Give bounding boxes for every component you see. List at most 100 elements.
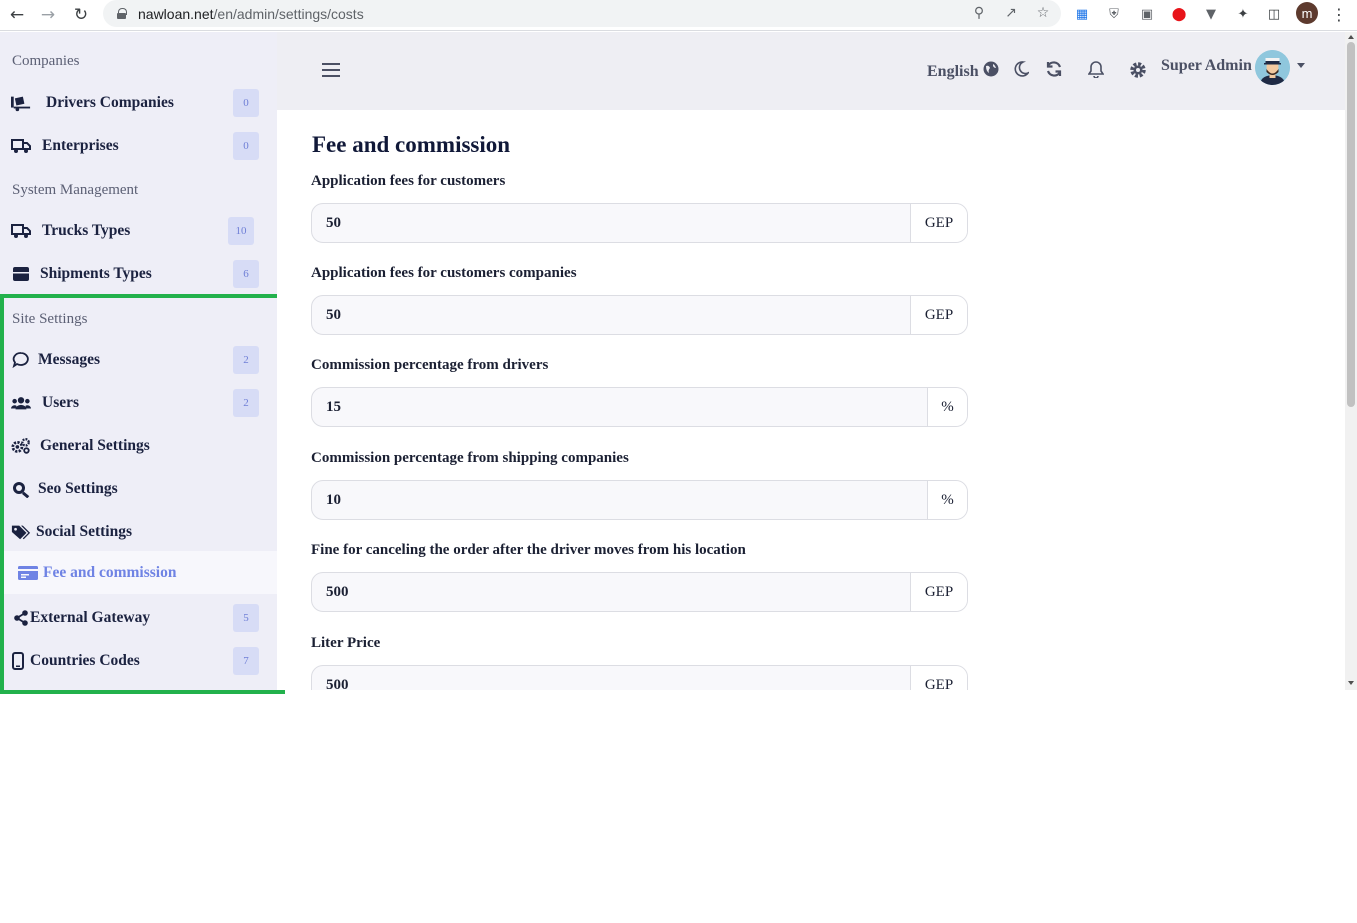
hamburger-menu-icon[interactable]	[322, 63, 340, 77]
unit-addon: GEP	[910, 296, 967, 334]
scroll-up-arrow-icon[interactable]	[1348, 35, 1354, 39]
count-badge: 6	[233, 259, 259, 288]
sidebar-item-seo-settings[interactable]: Seo Settings	[0, 467, 277, 510]
unit-addon: GEP	[910, 204, 967, 242]
opera-extension-icon[interactable]: ⬤	[1169, 4, 1189, 24]
users-icon	[11, 393, 31, 413]
shield-extension-icon[interactable]: ⛨	[1104, 4, 1124, 24]
field-label: Application fees for customers	[311, 173, 506, 189]
page-title: Fee and commission	[312, 132, 511, 157]
count-badge: 7	[233, 646, 259, 675]
sidebar-item-label: General Settings	[40, 436, 150, 454]
address-bar[interactable]: nawloan.net/en/admin/settings/costs	[103, 0, 1061, 27]
profile-avatar[interactable]: m	[1296, 2, 1318, 24]
browser-menu-icon[interactable]: ⋮	[1329, 4, 1349, 24]
commission-drivers-input[interactable]: 15	[312, 388, 927, 426]
back-arrow-icon[interactable]: ←	[4, 3, 30, 27]
sidebar-item-shipments-types[interactable]: Shipments Types 6	[0, 252, 277, 295]
count-badge: 5	[233, 603, 259, 632]
scroll-down-arrow-icon[interactable]	[1348, 681, 1354, 685]
application-fees-companies-input-group: 50 GEP	[311, 295, 968, 335]
translate-extension-icon[interactable]: ▦	[1072, 4, 1092, 24]
bookmark-star-icon[interactable]: ☆	[1033, 3, 1053, 23]
application-fees-customers-input-group: 50 GEP	[311, 203, 968, 243]
side-panel-icon[interactable]: ◫	[1264, 4, 1284, 24]
box-icon	[11, 264, 31, 284]
sidebar-item-label: Shipments Types	[40, 264, 152, 282]
forward-arrow-icon[interactable]: →	[35, 3, 61, 27]
reload-icon[interactable]: ↻	[68, 3, 94, 27]
cancel-fine-input[interactable]: 500	[312, 573, 910, 611]
sidebar-item-label: Countries Codes	[30, 651, 140, 669]
truck-icon	[11, 221, 31, 241]
user-avatar[interactable]	[1255, 50, 1290, 85]
commission-drivers-input-group: 15 %	[311, 387, 968, 427]
section-site-settings: Site Settings	[12, 311, 88, 327]
url-text: nawloan.net/en/admin/settings/costs	[138, 5, 364, 22]
sidebar-item-label: Fee and commission	[43, 563, 177, 581]
commission-shipping-input[interactable]: 10	[312, 481, 927, 519]
browser-toolbar: ← → ↻ nawloan.net/en/admin/settings/cost…	[0, 0, 1357, 31]
lock-icon	[117, 8, 127, 19]
notification-bell-icon[interactable]	[1085, 58, 1107, 80]
chat-icon	[11, 350, 31, 370]
sidebar-item-trucks-types[interactable]: Trucks Types 10	[0, 209, 277, 252]
liter-price-input-group: 500 GEP	[311, 665, 968, 690]
scrollbar-thumb[interactable]	[1347, 42, 1355, 407]
language-switcher[interactable]: English	[927, 61, 999, 82]
sidebar-item-general-settings[interactable]: General Settings	[0, 424, 277, 467]
mobile-icon	[8, 651, 28, 671]
money-card-icon	[18, 563, 38, 583]
count-badge: 0	[233, 131, 259, 160]
sidebar-item-fee-and-commission[interactable]: Fee and commission	[0, 551, 277, 594]
section-system-management: System Management	[12, 182, 139, 198]
globe-icon	[983, 61, 999, 82]
dark-mode-moon-icon[interactable]	[1010, 58, 1032, 80]
sidebar-item-label: Enterprises	[42, 136, 119, 154]
section-companies: Companies	[12, 53, 80, 69]
vpn-extension-icon[interactable]: ▼	[1201, 4, 1221, 24]
zoom-icon[interactable]: ⚲	[969, 3, 989, 23]
count-badge: 0	[233, 88, 259, 117]
language-label: English	[927, 62, 979, 80]
sidebar-item-label: Drivers Companies	[46, 93, 174, 111]
settings-gear-icon[interactable]	[1127, 59, 1149, 81]
seo-icon	[11, 479, 31, 499]
field-label: Commission percentage from drivers	[311, 357, 549, 373]
field-label: Fine for canceling the order after the d…	[311, 542, 746, 558]
sidebar-item-drivers-companies[interactable]: Drivers Companies 0	[0, 81, 277, 124]
sidebar-item-label: Users	[42, 393, 80, 411]
gears-icon	[11, 436, 31, 456]
unit-addon: GEP	[910, 666, 967, 690]
sidebar: Companies Drivers Companies 0 Enterprise…	[0, 32, 277, 690]
user-name[interactable]: Super Admin	[1161, 57, 1252, 75]
share-page-icon[interactable]: ↗	[1001, 3, 1021, 23]
sidebar-item-enterprises[interactable]: Enterprises 0	[0, 124, 277, 167]
page-scrollbar[interactable]	[1345, 32, 1357, 690]
count-badge: 2	[233, 345, 259, 374]
truck-icon	[11, 136, 31, 156]
sidebar-item-users[interactable]: Users 2	[0, 381, 277, 424]
top-header: English Super Admin	[277, 32, 1345, 110]
sidebar-item-label: Trucks Types	[42, 221, 131, 239]
sidebar-item-countries-codes[interactable]: Countries Codes 7	[0, 639, 277, 682]
sidebar-item-external-gateway[interactable]: External Gateway 5	[0, 596, 277, 639]
commission-shipping-input-group: 10 %	[311, 480, 968, 520]
sidebar-item-label: Social Settings	[36, 522, 133, 540]
camera-extension-icon[interactable]: ▣	[1137, 4, 1157, 24]
field-label: Commission percentage from shipping comp…	[311, 450, 629, 466]
application-fees-customers-input[interactable]: 50	[312, 204, 910, 242]
refresh-icon[interactable]	[1043, 58, 1065, 80]
puzzle-extensions-icon[interactable]: ✦	[1233, 4, 1253, 24]
sidebar-item-label: Seo Settings	[38, 479, 118, 497]
liter-price-input[interactable]: 500	[312, 666, 910, 691]
user-menu-caret-icon[interactable]	[1297, 63, 1305, 68]
count-badge: 2	[233, 388, 259, 417]
unit-addon: %	[927, 388, 967, 426]
application-fees-companies-input[interactable]: 50	[312, 296, 910, 334]
unit-addon: %	[927, 481, 967, 519]
tags-icon	[11, 522, 31, 542]
sidebar-item-label: External Gateway	[30, 608, 151, 626]
sidebar-item-social-settings[interactable]: Social Settings	[0, 510, 277, 553]
sidebar-item-messages[interactable]: Messages 2	[0, 338, 277, 381]
